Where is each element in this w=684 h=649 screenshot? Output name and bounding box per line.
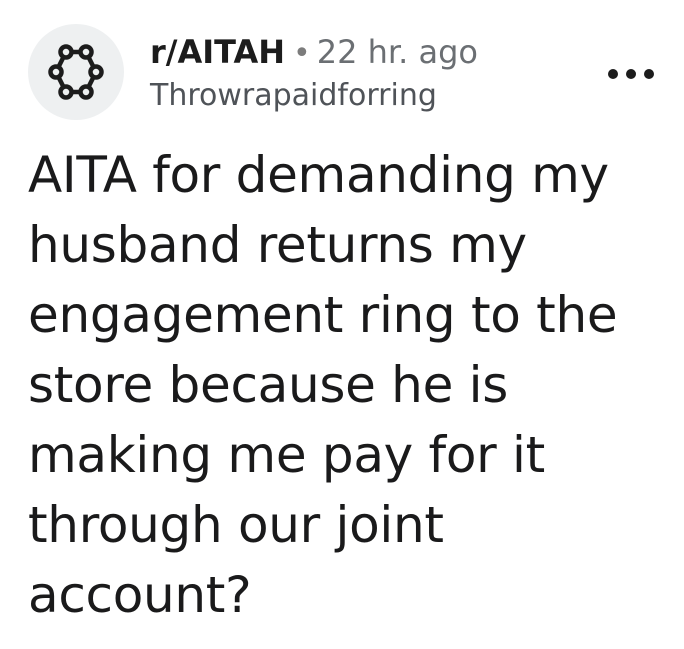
post-meta: r/AITAH • 22 hr. ago Throwrapaidforring (150, 30, 478, 116)
post-time: 22 hr. ago (316, 33, 478, 71)
more-options-icon (608, 69, 618, 79)
subreddit-avatar[interactable] (28, 24, 124, 120)
more-options-icon-dot (644, 69, 654, 79)
subreddit-link[interactable]: r/AITAH (150, 33, 285, 71)
more-options-icon-dot (626, 69, 636, 79)
author-link[interactable]: Throwrapaidforring (150, 76, 478, 116)
post-header: r/AITAH • 22 hr. ago Throwrapaidforring (28, 24, 658, 124)
meta-separator: • (293, 36, 311, 71)
subreddit-avatar-icon (48, 44, 104, 100)
post-meta-line: r/AITAH • 22 hr. ago (150, 30, 478, 76)
more-options-button[interactable] (608, 62, 654, 86)
post-title[interactable]: AITA for demanding my husband returns my… (28, 140, 658, 630)
